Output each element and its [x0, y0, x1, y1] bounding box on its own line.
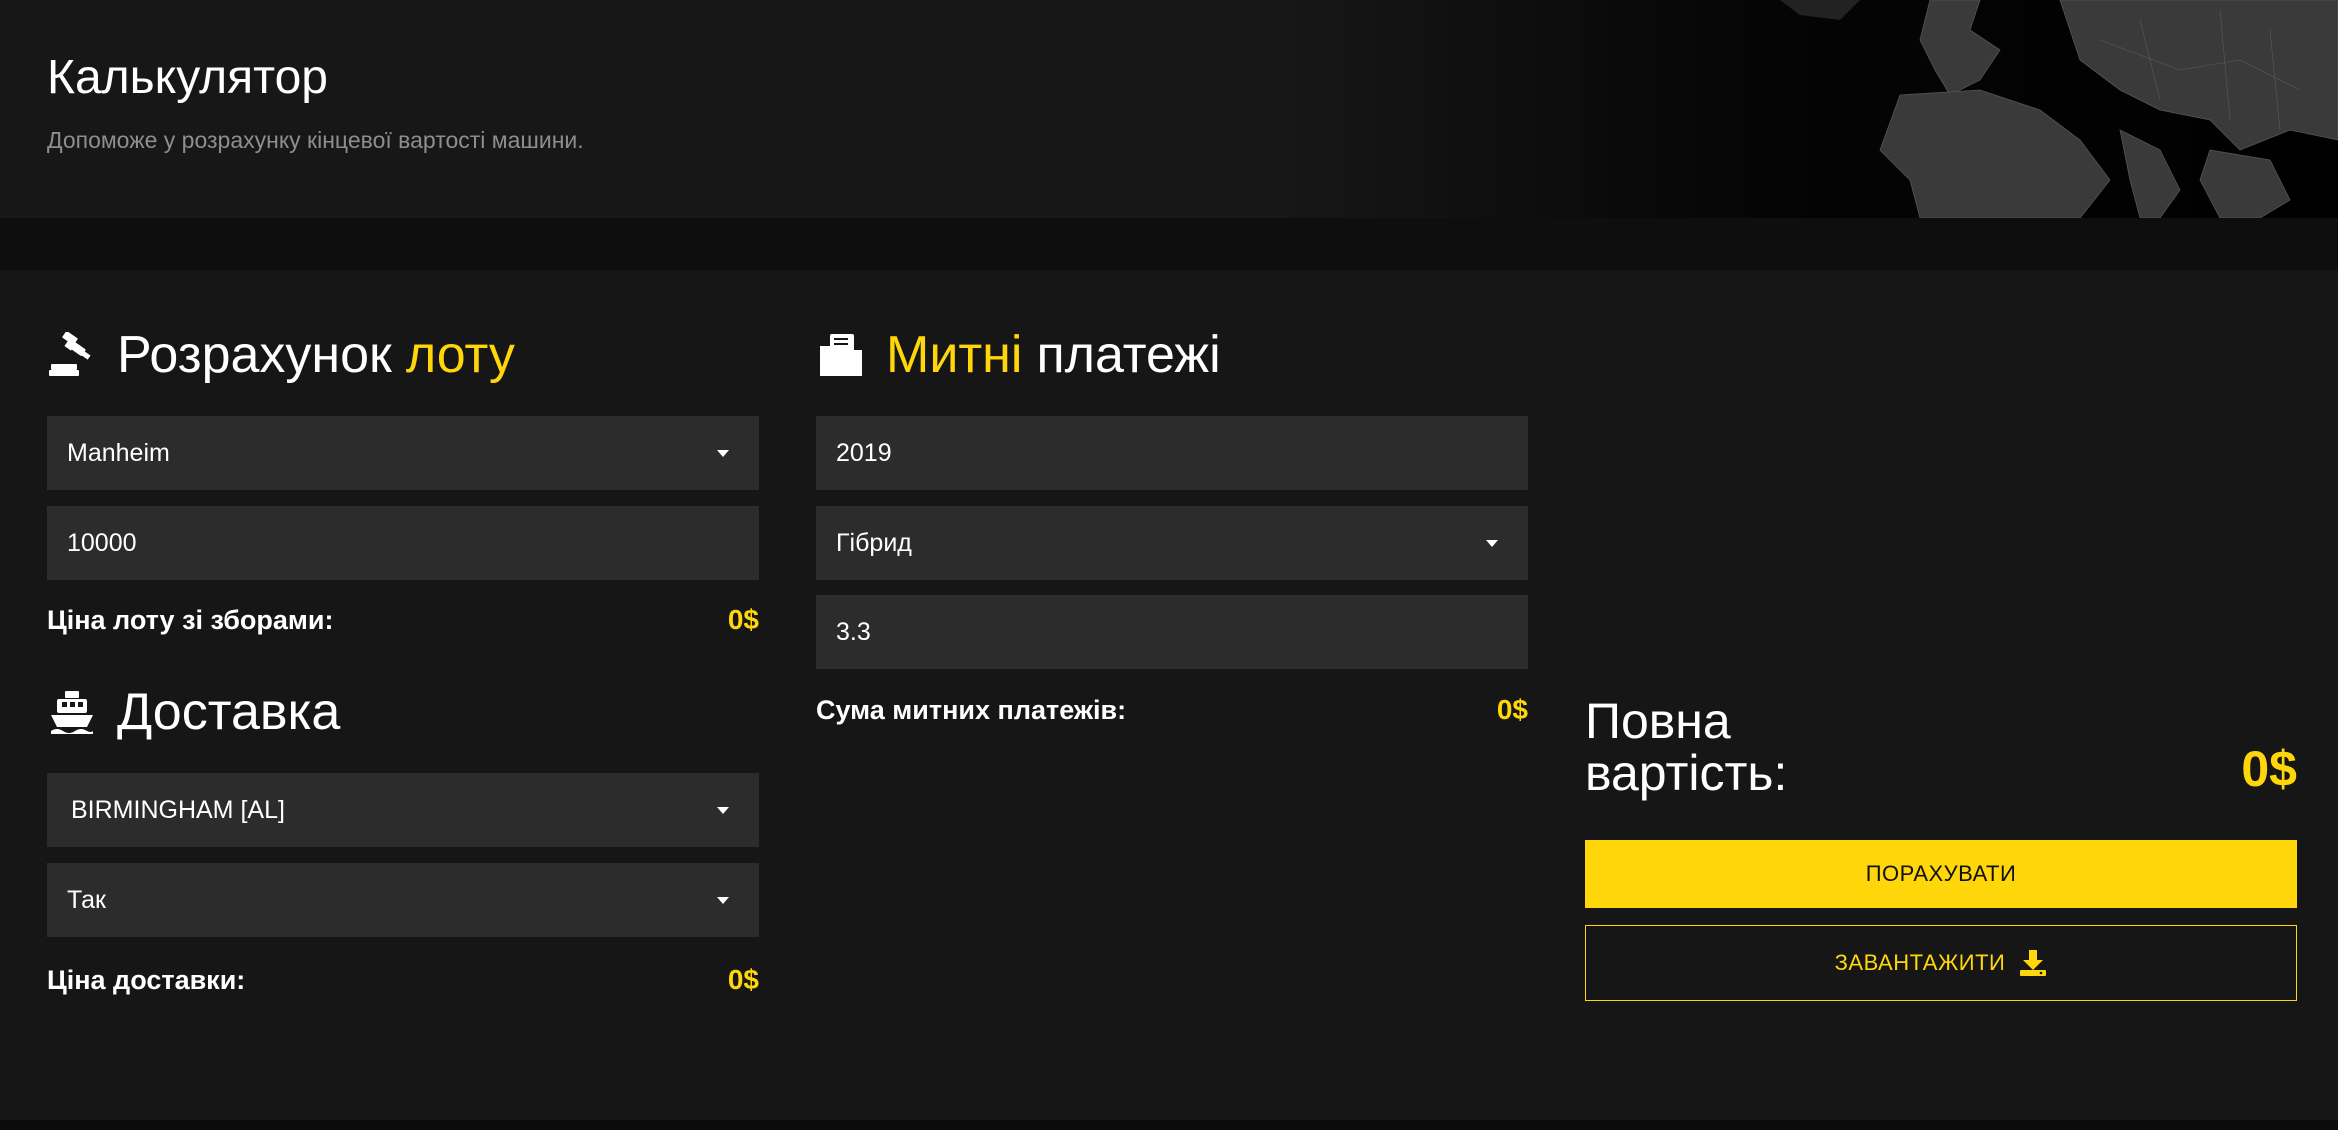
customs-summary: Сума митних платежів: 0$ [816, 690, 1528, 730]
footer-strip [0, 1120, 2338, 1130]
lot-heading: Розрахунок лоту [47, 320, 515, 390]
auction-select[interactable]: Manheim [47, 416, 759, 490]
lot-price-input[interactable] [67, 506, 729, 580]
delivery-heading-text: Доставка [117, 683, 341, 741]
delivery-heading: Доставка [47, 677, 340, 747]
lot-summary-value: 0$ [727, 604, 759, 635]
chevron-down-icon [717, 896, 729, 904]
lot-summary-label: Ціна лоту зі зборами: [47, 604, 334, 635]
port-select[interactable]: BIRMINGHAM [AL] [47, 773, 759, 847]
europe-map-background [1280, 0, 2338, 218]
delivery-option-value: Так [67, 885, 106, 914]
total-value: 0$ [2241, 741, 2297, 797]
customs-summary-value: 0$ [1496, 694, 1528, 725]
delivery-summary: Ціна доставки: 0$ [47, 960, 759, 1000]
gavel-icon [47, 330, 97, 380]
page-title: Калькулятор [47, 51, 328, 104]
fuel-type-select[interactable]: Гібрид [816, 506, 1528, 580]
total-label: Повна вартість: [1585, 695, 1787, 799]
download-button-label: ЗАВАНТАЖИТИ [1834, 950, 2006, 975]
engine-volume-input[interactable] [836, 595, 1498, 669]
ship-icon [47, 687, 97, 737]
fuel-type-value: Гібрид [836, 528, 912, 557]
delivery-option-select[interactable]: Так [47, 863, 759, 937]
lot-heading-text: Розрахунок [117, 326, 392, 384]
lot-heading-highlight: лоту [405, 326, 515, 384]
chevron-down-icon [717, 806, 729, 814]
customs-heading-text: платежі [1036, 326, 1221, 384]
folder-icon [816, 330, 866, 380]
lot-price-field[interactable] [47, 506, 759, 580]
engine-volume-field[interactable] [816, 595, 1528, 669]
lot-summary: Ціна лоту зі зборами: 0$ [47, 600, 759, 640]
header-banner: Калькулятор Допоможе у розрахунку кінцев… [0, 0, 2338, 218]
total-label-line1: Повна [1585, 693, 1731, 749]
year-input[interactable] [836, 416, 1498, 490]
customs-heading: Митні платежі [816, 320, 1221, 390]
chevron-down-icon [717, 449, 729, 457]
chevron-down-icon [1486, 539, 1498, 547]
calculate-button-label: ПОРАХУВАТИ [1865, 861, 2017, 886]
auction-select-value: Manheim [67, 438, 170, 467]
header-separator [0, 218, 2338, 270]
download-button[interactable]: ЗАВАНТАЖИТИ [1585, 925, 2297, 1001]
year-field[interactable] [816, 416, 1528, 490]
total-label-line2: вартість: [1585, 745, 1788, 801]
download-icon [2019, 949, 2047, 977]
customs-summary-label: Сума митних платежів: [816, 694, 1127, 725]
customs-heading-highlight: Митні [886, 326, 1023, 384]
delivery-summary-value: 0$ [727, 964, 759, 995]
delivery-summary-label: Ціна доставки: [47, 964, 246, 995]
port-select-value: BIRMINGHAM [AL] [71, 795, 285, 824]
calculate-button[interactable]: ПОРАХУВАТИ [1585, 840, 2297, 908]
page-subtitle: Допоможе у розрахунку кінцевої вартості … [47, 127, 584, 153]
